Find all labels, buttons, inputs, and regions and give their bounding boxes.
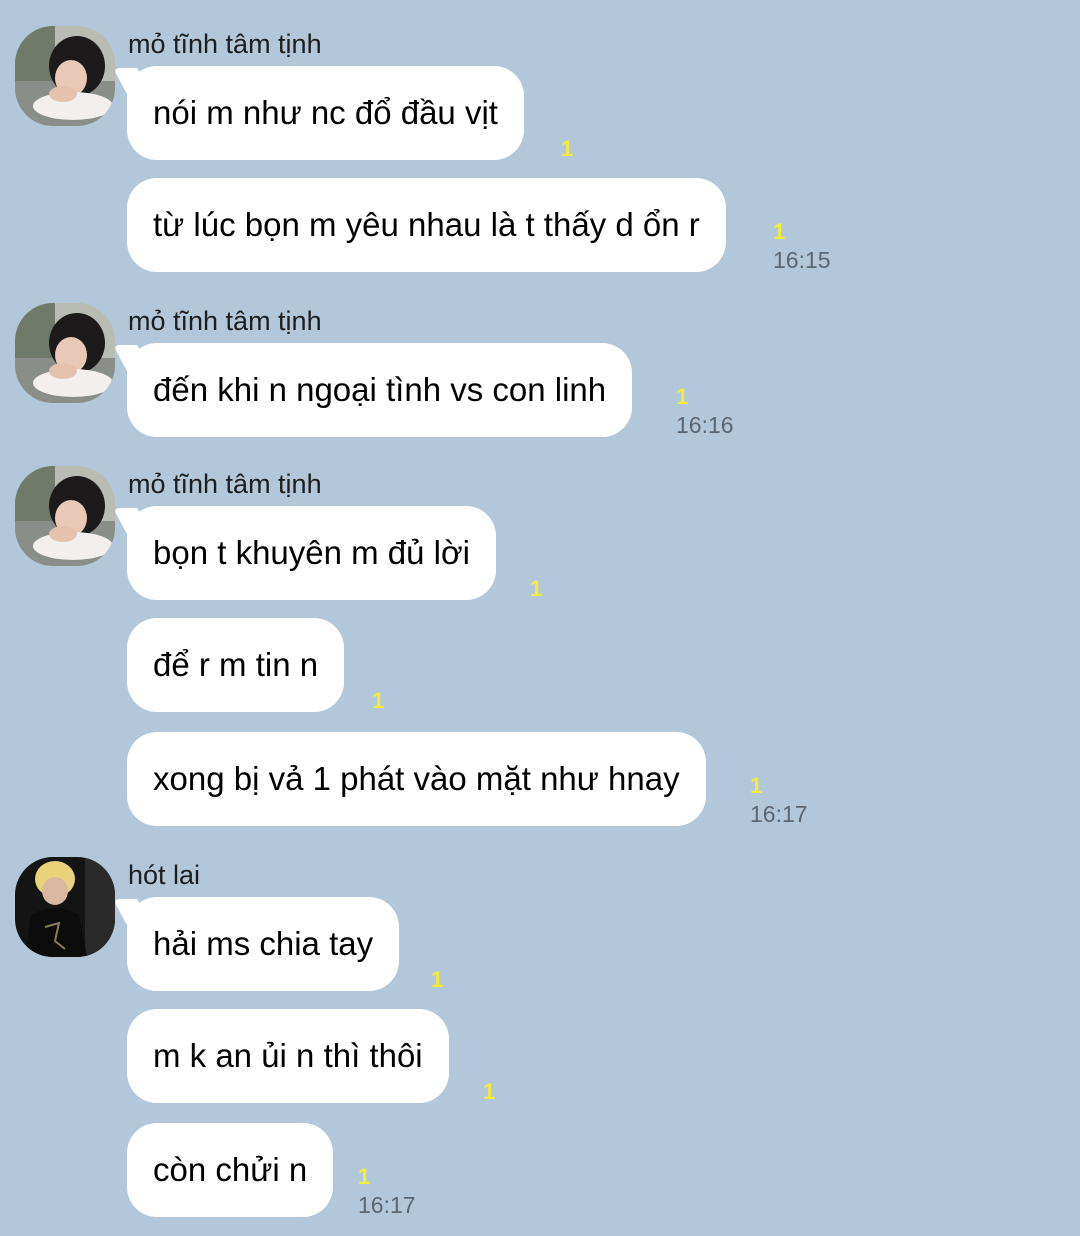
unread-count: 1 (358, 1164, 371, 1189)
message-bubble[interactable]: từ lúc bọn m yêu nhau là t thấy d ổn r (127, 178, 726, 272)
sender-name: mỏ tĩnh tâm tịnh (128, 469, 322, 499)
girl-photo-avatar-icon (15, 466, 115, 566)
unread-count: 1 (773, 219, 786, 244)
message-bubble[interactable]: m k an ủi n thì thôi (127, 1009, 449, 1103)
message-time: 16:15 (773, 247, 831, 273)
sender-name: hót lai (128, 860, 201, 890)
unread-count: 1 (561, 136, 574, 161)
unread-count: 1 (676, 384, 689, 409)
avatar[interactable] (15, 857, 115, 957)
message-time: 16:17 (750, 801, 808, 827)
sender-name: mỏ tĩnh tâm tịnh (128, 306, 322, 336)
unread-count: 1 (372, 688, 385, 713)
unread-count: 1 (483, 1079, 496, 1104)
message-bubble[interactable]: xong bị vả 1 phát vào mặt như hnay (127, 732, 706, 826)
unread-count: 1 (750, 773, 763, 798)
sender-name: mỏ tĩnh tâm tịnh (128, 29, 322, 59)
unread-count: 1 (530, 576, 543, 601)
message-bubble[interactable]: để r m tin n (127, 618, 345, 712)
message-bubble[interactable]: bọn t khuyên m đủ lời (127, 506, 496, 600)
avatar[interactable] (15, 26, 115, 126)
message-bubble[interactable]: đến khi n ngoại tình vs con linh (127, 343, 633, 437)
message-time: 16:16 (676, 412, 734, 438)
message-time: 16:17 (358, 1192, 416, 1218)
avatar[interactable] (15, 466, 115, 566)
chat-room[interactable]: mỏ tĩnh tâm tịnh nói m như nc đổ đầu vịt… (0, 0, 1080, 1236)
girl-photo-avatar-icon (15, 26, 115, 126)
unread-count: 1 (431, 967, 444, 992)
message-bubble[interactable]: còn chửi n (127, 1123, 334, 1217)
message-bubble[interactable]: hải ms chia tay (127, 897, 400, 991)
avatar[interactable] (15, 303, 115, 403)
girl-photo-avatar-icon (15, 303, 115, 403)
message-bubble[interactable]: nói m như nc đổ đầu vịt (127, 66, 524, 160)
boy-photo-avatar-icon (15, 857, 115, 957)
